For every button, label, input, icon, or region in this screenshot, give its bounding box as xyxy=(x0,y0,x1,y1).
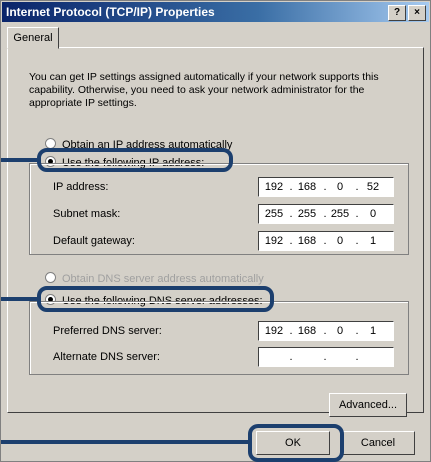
tab-general[interactable]: General xyxy=(7,27,59,49)
obtain-dns-auto-label: Obtain DNS server address automatically xyxy=(62,273,264,285)
tcpip-properties-dialog: Internet Protocol (TCP/IP) Properties ? … xyxy=(0,0,431,462)
callout-line xyxy=(1,297,39,301)
radio-icon xyxy=(45,272,56,283)
ip-address-input[interactable]: 192. 168. 0. 52 xyxy=(258,177,394,197)
help-button[interactable]: ? xyxy=(388,5,406,21)
subnet-mask-input[interactable]: 255. 255. 255. 0 xyxy=(258,204,394,224)
callout-highlight-ip xyxy=(37,148,233,172)
title-bar: Internet Protocol (TCP/IP) Properties ? … xyxy=(2,2,429,22)
cancel-button[interactable]: Cancel xyxy=(341,431,415,455)
default-gateway-input[interactable]: 192. 168. 0. 1 xyxy=(258,231,394,251)
obtain-dns-auto-radio[interactable]: Obtain DNS server address automatically xyxy=(45,271,264,285)
advanced-button[interactable]: Advanced... xyxy=(329,393,407,417)
callout-highlight-dns xyxy=(37,286,274,312)
callout-line xyxy=(1,158,39,162)
alternate-dns-label: Alternate DNS server: xyxy=(53,351,160,363)
callout-line xyxy=(1,440,251,444)
window-title: Internet Protocol (TCP/IP) Properties xyxy=(6,5,215,19)
preferred-dns-label: Preferred DNS server: xyxy=(53,325,162,337)
preferred-dns-input[interactable]: 192. 168. 0. 1 xyxy=(258,321,394,341)
alternate-dns-input[interactable]: . . . xyxy=(258,347,394,367)
subnet-mask-label: Subnet mask: xyxy=(53,208,121,220)
close-button[interactable]: × xyxy=(408,5,426,21)
default-gateway-label: Default gateway: xyxy=(53,235,135,247)
ip-address-label: IP address: xyxy=(53,181,109,193)
callout-highlight-ok xyxy=(248,424,344,462)
description-text: You can get IP settings assigned automat… xyxy=(29,71,379,109)
